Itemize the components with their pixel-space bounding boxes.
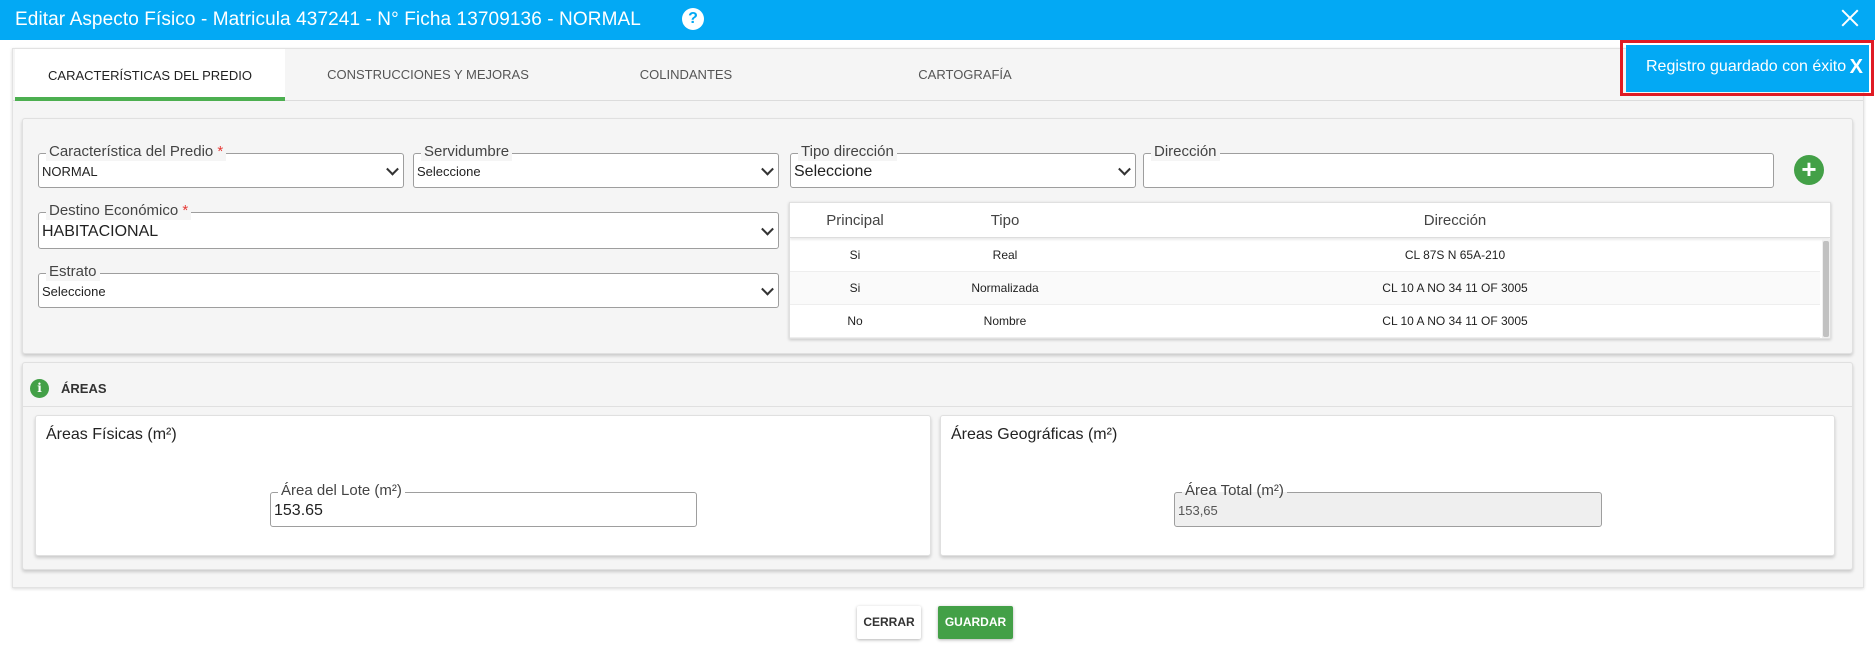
areas-geograficas-card: Áreas Geográficas (m²): [940, 415, 1835, 556]
tab-cartografia[interactable]: CARTOGRAFÍA: [855, 49, 1075, 101]
required-mark: *: [182, 202, 189, 219]
destino-value: HABITACIONAL: [42, 223, 159, 240]
tab-bar: CARACTERÍSTICAS DEL PREDIO CONSTRUCCIONE…: [13, 49, 1863, 101]
cell-direccion: CL 87S N 65A-210: [1404, 248, 1506, 262]
cell-tipo: Real: [992, 248, 1018, 262]
info-icon: i: [30, 379, 49, 398]
direcciones-table: Principal Tipo Dirección Si Real CL 87S …: [789, 202, 1831, 339]
tab-colindantes[interactable]: COLINDANTES: [586, 49, 786, 101]
area-total-label: Área Total (m²): [1182, 482, 1287, 500]
estrato-select[interactable]: Estrato Seleccione: [38, 263, 779, 308]
chevron-down-icon: [1118, 162, 1131, 176]
area-lote-label: Área del Lote (m²): [278, 482, 405, 500]
areas-fisicas-title: Áreas Físicas (m²): [46, 426, 177, 443]
direccion-label: Dirección: [1151, 143, 1220, 161]
areas-section-title: ÁREAS: [61, 381, 107, 396]
servidumbre-select[interactable]: Servidumbre Seleccione: [413, 143, 779, 188]
chevron-down-icon: [386, 162, 399, 176]
toast-close-icon[interactable]: X: [1850, 56, 1863, 79]
destino-label: Destino Económico: [49, 202, 179, 219]
header-principal[interactable]: Principal: [790, 212, 920, 229]
required-mark: *: [217, 143, 224, 160]
cell-principal: Si: [849, 248, 861, 262]
cell-principal: No: [847, 314, 863, 328]
servidumbre-value: Seleccione: [417, 164, 481, 179]
table-row[interactable]: Si Normalizada CL 10 A NO 34 11 OF 3005: [790, 272, 1820, 305]
dialog-title: Editar Aspecto Físico - Matricula 437241…: [15, 9, 641, 30]
table-scrollbar-thumb[interactable]: [1823, 241, 1829, 337]
cell-tipo: Normalizada: [971, 281, 1039, 295]
area-lote-input[interactable]: Área del Lote (m²) 153.65: [270, 482, 697, 527]
area-total-input: Área Total (m²) 153,65: [1174, 482, 1602, 527]
chevron-down-icon: [761, 282, 774, 296]
table-row[interactable]: Si Real CL 87S N 65A-210: [790, 239, 1820, 272]
header-direccion[interactable]: Dirección: [1090, 212, 1820, 229]
direccion-input[interactable]: Dirección: [1143, 143, 1774, 188]
guardar-button[interactable]: GUARDAR: [938, 606, 1013, 639]
tipo-direccion-label: Tipo dirección: [798, 143, 897, 161]
help-icon[interactable]: ?: [682, 8, 704, 30]
dialog-titlebar: Editar Aspecto Físico - Matricula 437241…: [0, 0, 1875, 40]
estrato-label: Estrato: [46, 263, 100, 281]
servidumbre-label: Servidumbre: [421, 143, 513, 161]
table-header: Principal Tipo Dirección: [790, 203, 1830, 238]
estrato-value: Seleccione: [42, 284, 106, 299]
table-row[interactable]: No Nombre CL 10 A NO 34 11 OF 3005: [790, 305, 1820, 338]
tab-caracteristicas[interactable]: CARACTERÍSTICAS DEL PREDIO: [15, 49, 285, 101]
caracteristica-value: NORMAL: [42, 164, 98, 179]
cell-direccion: CL 10 A NO 34 11 OF 3005: [1382, 281, 1528, 295]
destino-select[interactable]: Destino Económico * HABITACIONAL: [38, 202, 779, 249]
area-lote-value: 153.65: [274, 502, 323, 519]
chevron-down-icon: [761, 222, 774, 236]
tipo-direccion-value: Seleccione: [794, 163, 873, 180]
cell-tipo: Nombre: [983, 314, 1027, 328]
cerrar-button[interactable]: CERRAR: [857, 606, 921, 639]
area-total-value: 153,65: [1178, 503, 1218, 518]
areas-geograficas-title: Áreas Geográficas (m²): [951, 426, 1118, 443]
header-tipo[interactable]: Tipo: [950, 212, 1060, 229]
tab-construcciones[interactable]: CONSTRUCCIONES Y MEJORAS: [303, 49, 553, 101]
chevron-down-icon: [761, 162, 774, 176]
close-icon[interactable]: [1837, 4, 1863, 32]
areas-fisicas-card: Áreas Físicas (m²): [35, 415, 931, 556]
caracteristica-label: Característica del Predio: [49, 143, 214, 160]
cell-direccion: CL 10 A NO 34 11 OF 3005: [1382, 314, 1528, 328]
caracteristica-select[interactable]: Característica del Predio * NORMAL: [38, 143, 404, 188]
areas-divider: [22, 406, 1853, 407]
tipo-direccion-select[interactable]: Tipo dirección Seleccione: [790, 143, 1136, 188]
add-direccion-button[interactable]: +: [1794, 155, 1824, 185]
toast-message: Registro guardado con éxito: [1646, 58, 1847, 75]
success-toast: Registro guardado con éxito X: [1626, 45, 1869, 92]
cell-principal: Si: [849, 281, 861, 295]
